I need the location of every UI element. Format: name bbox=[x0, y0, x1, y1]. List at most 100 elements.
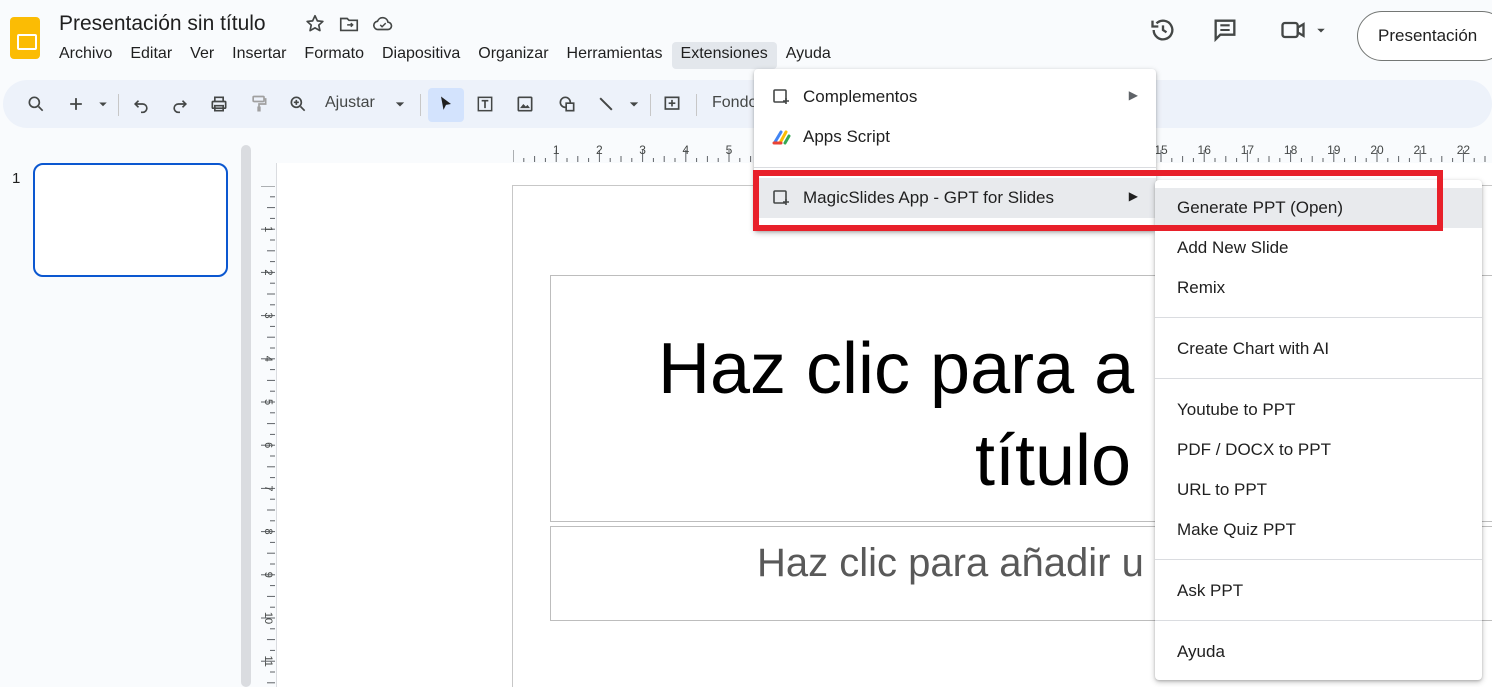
menu-item-label: Make Quiz PPT bbox=[1177, 520, 1297, 539]
ruler-label: 1 bbox=[553, 143, 560, 157]
subtitle-text: Haz clic para añadir u bbox=[757, 541, 1144, 585]
present-button[interactable]: Presentación bbox=[1357, 11, 1492, 61]
menu-editar[interactable]: Editar bbox=[121, 42, 181, 69]
paint-format-icon[interactable] bbox=[247, 92, 271, 116]
toolbar-divider bbox=[696, 94, 697, 116]
history-icon[interactable] bbox=[1149, 16, 1177, 49]
menu-item-complementos[interactable]: Complementos ▶ bbox=[754, 77, 1156, 117]
filmstrip-scrollbar[interactable] bbox=[241, 145, 251, 687]
title-text-line2: título bbox=[975, 421, 1132, 501]
zoom-icon[interactable] bbox=[286, 92, 310, 116]
ruler-label: 7 bbox=[262, 485, 274, 491]
slide-number: 1 bbox=[12, 170, 21, 187]
redo-icon[interactable] bbox=[168, 92, 192, 116]
vertical-ruler: 1 2 3 4 5 6 7 8 9 10 11 bbox=[261, 186, 275, 684]
menu-formato[interactable]: Formato bbox=[295, 42, 373, 69]
menu-item-url-to-ppt[interactable]: URL to PPT bbox=[1155, 470, 1482, 510]
menu-item-create-chart[interactable]: Create Chart with AI bbox=[1155, 329, 1482, 369]
line-icon[interactable] bbox=[594, 92, 618, 116]
highlight-box-generate bbox=[1153, 170, 1443, 231]
menu-item-label: Ayuda bbox=[1177, 642, 1225, 661]
menu-item-remix[interactable]: Remix bbox=[1155, 268, 1482, 308]
menu-item-make-quiz[interactable]: Make Quiz PPT bbox=[1155, 510, 1482, 550]
slide-thumbnail[interactable] bbox=[33, 163, 228, 277]
ruler-label: 16 bbox=[1198, 143, 1212, 157]
shapes-icon[interactable] bbox=[555, 92, 579, 116]
ruler-label: 3 bbox=[262, 313, 274, 319]
ruler-label: 4 bbox=[682, 143, 689, 157]
ruler-label: 1 bbox=[262, 226, 274, 232]
insert-comment-icon[interactable] bbox=[660, 92, 684, 116]
menu-item-label: Complementos bbox=[803, 87, 918, 106]
menu-item-ask-ppt[interactable]: Ask PPT bbox=[1155, 571, 1482, 611]
undo-icon[interactable] bbox=[129, 92, 153, 116]
menu-item-label: Create Chart with AI bbox=[1177, 339, 1330, 358]
zoom-dropdown-icon[interactable] bbox=[390, 92, 410, 116]
menu-divider bbox=[754, 167, 1156, 168]
menu-item-label: URL to PPT bbox=[1177, 480, 1268, 499]
menu-item-label: Ask PPT bbox=[1177, 581, 1244, 600]
menu-divider bbox=[1155, 620, 1482, 621]
meet-dropdown-icon[interactable] bbox=[1312, 22, 1330, 45]
insert-image-icon[interactable] bbox=[513, 92, 537, 116]
star-icon[interactable] bbox=[304, 13, 326, 40]
menu-extensiones[interactable]: Extensiones bbox=[671, 42, 777, 69]
ruler-label: 21 bbox=[1414, 143, 1428, 157]
new-slide-icon[interactable] bbox=[64, 92, 88, 116]
print-icon[interactable] bbox=[207, 92, 231, 116]
toolbar-divider bbox=[420, 94, 421, 116]
menu-ayuda[interactable]: Ayuda bbox=[777, 42, 840, 69]
search-menus-icon[interactable] bbox=[24, 92, 48, 116]
menu-divider bbox=[1155, 378, 1482, 379]
menu-insertar[interactable]: Insertar bbox=[223, 42, 295, 69]
ruler-label: 10 bbox=[262, 612, 274, 624]
menu-item-add-new-slide[interactable]: Add New Slide bbox=[1155, 228, 1482, 268]
ruler-label: 19 bbox=[1327, 143, 1341, 157]
comments-icon[interactable] bbox=[1211, 16, 1239, 49]
menu-item-label: Youtube to PPT bbox=[1177, 400, 1296, 419]
ruler-label: 22 bbox=[1457, 143, 1471, 157]
ruler-label: 6 bbox=[262, 442, 274, 448]
zoom-select[interactable]: Ajustar bbox=[325, 94, 375, 112]
new-slide-dropdown-icon[interactable] bbox=[94, 92, 112, 116]
ruler-label: 11 bbox=[262, 655, 274, 666]
ruler-label: 2 bbox=[596, 143, 603, 157]
menu-divider bbox=[1155, 317, 1482, 318]
menu-ver[interactable]: Ver bbox=[181, 42, 223, 69]
cursor-arrow-icon[interactable] bbox=[434, 92, 458, 116]
meet-video-icon[interactable] bbox=[1279, 16, 1307, 49]
menu-item-youtube-to-ppt[interactable]: Youtube to PPT bbox=[1155, 390, 1482, 430]
menu-item-pdf-to-ppt[interactable]: PDF / DOCX to PPT bbox=[1155, 430, 1482, 470]
document-title[interactable]: Presentación sin título bbox=[59, 12, 266, 36]
menu-item-apps-script[interactable]: Apps Script bbox=[754, 117, 1156, 157]
background-button[interactable]: Fondo bbox=[712, 94, 757, 112]
menu-bar: Archivo Editar Ver Insertar Formato Diap… bbox=[50, 42, 840, 69]
toolbar-divider bbox=[118, 94, 119, 116]
move-folder-icon[interactable] bbox=[338, 13, 360, 40]
line-dropdown-icon[interactable] bbox=[624, 92, 644, 116]
menu-divider bbox=[1155, 559, 1482, 560]
ruler-label: 5 bbox=[262, 399, 274, 405]
menu-organizar[interactable]: Organizar bbox=[469, 42, 557, 69]
ruler-label: 8 bbox=[262, 529, 274, 535]
menu-diapositiva[interactable]: Diapositiva bbox=[373, 42, 469, 69]
ruler-label: 18 bbox=[1284, 143, 1298, 157]
menu-item-label: Remix bbox=[1177, 278, 1226, 297]
ruler-label: 5 bbox=[726, 143, 733, 157]
menu-item-label: PDF / DOCX to PPT bbox=[1177, 440, 1331, 459]
magicslides-submenu: Generate PPT (Open) Add New Slide Remix … bbox=[1155, 180, 1482, 680]
cloud-saved-icon[interactable] bbox=[372, 13, 394, 40]
menu-herramientas[interactable]: Herramientas bbox=[558, 42, 672, 69]
slides-logo[interactable] bbox=[10, 17, 40, 59]
text-box-icon[interactable] bbox=[473, 92, 497, 116]
menu-item-label: Add New Slide bbox=[1177, 238, 1289, 257]
toolbar-divider bbox=[650, 94, 651, 116]
ruler-label: 2 bbox=[262, 269, 274, 275]
title-text-line1: Haz clic para a bbox=[658, 329, 1135, 409]
apps-script-icon bbox=[772, 127, 792, 147]
ruler-label: 20 bbox=[1370, 143, 1384, 157]
menu-archivo[interactable]: Archivo bbox=[50, 42, 121, 69]
ruler-label: 4 bbox=[262, 356, 274, 362]
menu-item-help[interactable]: Ayuda bbox=[1155, 632, 1482, 672]
ruler-label: 9 bbox=[262, 572, 274, 578]
